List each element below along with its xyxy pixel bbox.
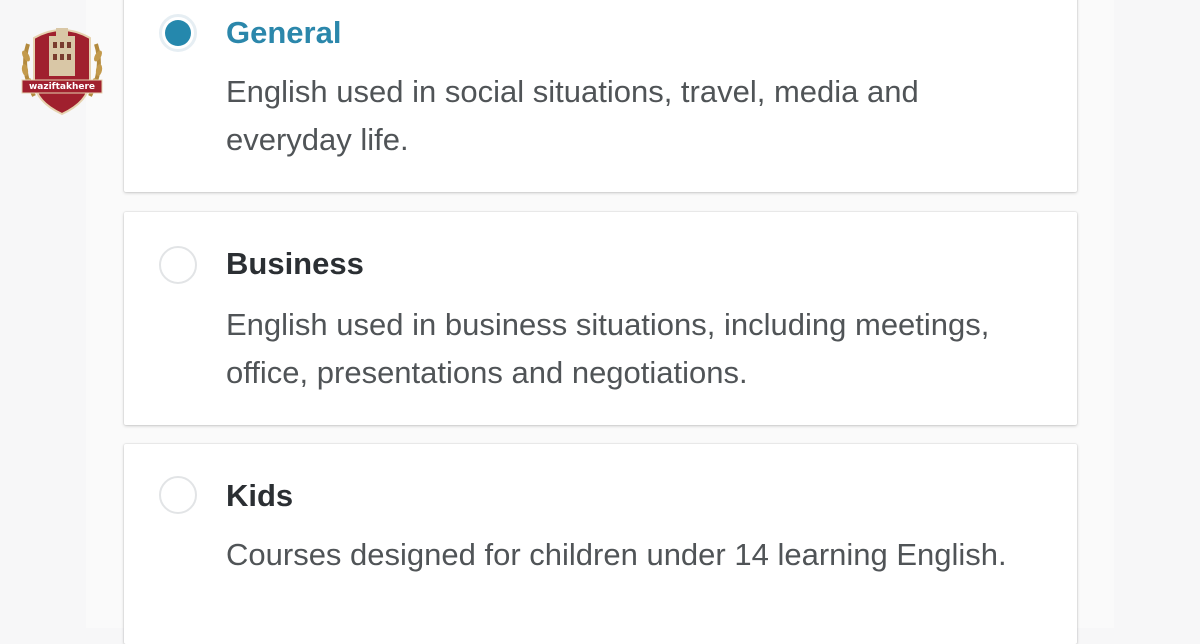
radio-business[interactable]	[159, 246, 197, 284]
option-card-business[interactable]: Business English used in business situat…	[124, 212, 1077, 425]
logo-emblem-icon	[21, 28, 103, 116]
logo-text: waziftakhere	[28, 82, 96, 92]
option-title: Kids	[226, 478, 294, 513]
radio-kids[interactable]	[159, 476, 197, 514]
option-description: English used in business situations, inc…	[226, 307, 990, 390]
option-title: General	[226, 15, 342, 50]
option-title: Business	[226, 246, 364, 281]
radio-selected-dot-icon	[165, 20, 191, 46]
radio-general[interactable]	[159, 14, 197, 52]
option-card-kids[interactable]: Kids Courses designed for children under…	[124, 444, 1077, 644]
watermark-logo: waziftakhere	[16, 14, 108, 118]
option-card-general[interactable]: General English used in social situation…	[124, 0, 1077, 192]
option-description: Courses designed for children under 14 l…	[226, 537, 1007, 572]
option-description: English used in social situations, trave…	[226, 74, 919, 157]
